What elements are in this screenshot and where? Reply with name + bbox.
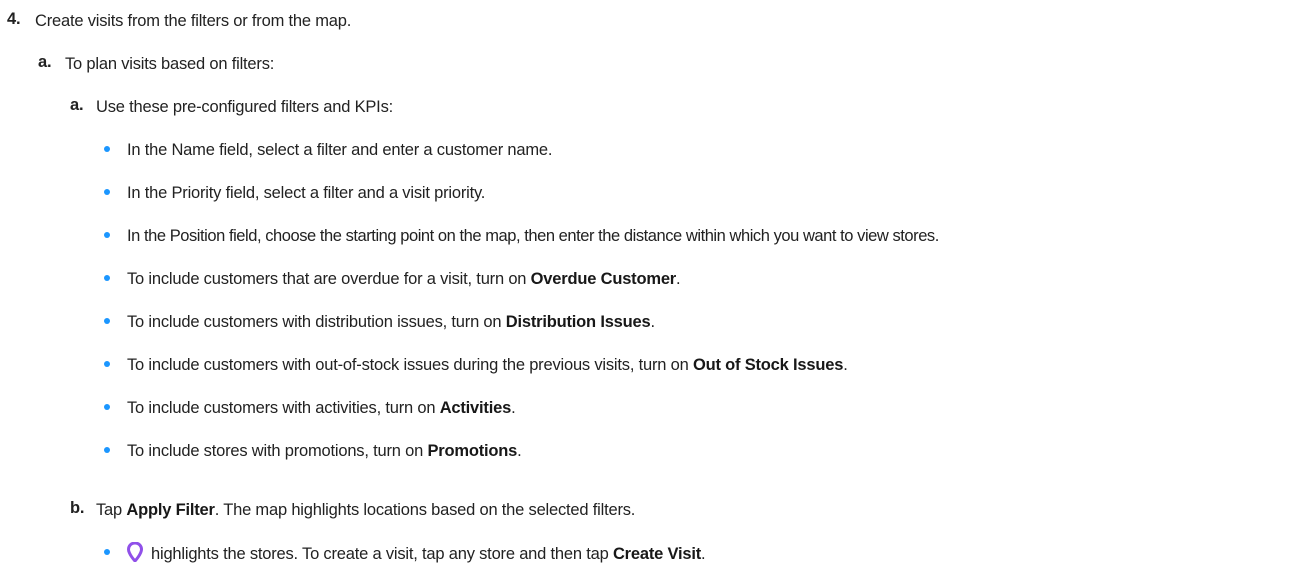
list-item-suffix: . <box>701 545 706 563</box>
list-item-suffix: . <box>676 270 681 288</box>
list-item-bold: Promotions <box>427 442 518 460</box>
bullet-dot <box>104 404 110 410</box>
list-item: To include stores with promotions, turn … <box>127 440 522 462</box>
list-item-text: To include stores with promotions, turn … <box>127 442 428 460</box>
list-item-text: highlights the stores. To create a visit… <box>151 545 613 563</box>
subsubstep-text-prefix: Tap <box>96 501 127 519</box>
list-item-text: To include customers with activities, tu… <box>127 399 440 417</box>
bullet-dot <box>104 232 110 238</box>
list-item-suffix: . <box>517 442 522 460</box>
subsubstep-text-bold: Apply Filter <box>126 501 215 519</box>
list-item: To include customers with activities, tu… <box>127 397 516 419</box>
step-marker: 4. <box>7 10 21 28</box>
list-item-bold: Out of Stock Issues <box>692 356 844 374</box>
bullet-dot <box>104 549 110 555</box>
subsubstep-text: Tap Apply Filter. The map highlights loc… <box>96 499 635 521</box>
list-item-text: To include customers with distribution i… <box>127 313 506 331</box>
bullet-dot <box>104 146 110 152</box>
list-item-suffix: . <box>843 356 848 374</box>
list-item: In the Name field, select a filter and e… <box>127 141 553 159</box>
list-item-bold: Distribution Issues <box>505 313 651 331</box>
list-item-bold: Overdue Customer <box>530 270 677 288</box>
list-item-bold: Create Visit <box>612 545 702 563</box>
list-item-suffix: . <box>650 313 656 331</box>
list-item: In the Priority field, select a filter a… <box>127 184 486 202</box>
bullet-dot <box>104 361 110 367</box>
subsubstep-marker: b. <box>70 499 85 517</box>
list-item: In the Position field, choose the starti… <box>127 227 939 245</box>
list-item-bold: Activities <box>439 399 512 417</box>
bullet-dot <box>104 189 110 195</box>
bullet-dot <box>104 275 110 281</box>
list-item-suffix: . <box>511 399 516 417</box>
list-item: To include customers that are overdue fo… <box>127 268 681 290</box>
substep-marker: a. <box>38 53 52 71</box>
step-text: Create visits from the filters or from t… <box>35 12 352 30</box>
subsubstep-text-suffix: . The map highlights locations based on … <box>214 501 636 519</box>
subsubstep-marker: a. <box>70 96 84 114</box>
location-pin-icon <box>126 541 144 568</box>
list-item-text: To include customers that are overdue fo… <box>127 270 531 288</box>
list-item-text: To include customers with out-of-stock i… <box>127 356 693 374</box>
list-item: To include customers with distribution i… <box>127 311 655 333</box>
list-item: highlights the stores. To create a visit… <box>126 541 706 568</box>
bullet-dot <box>104 318 110 324</box>
list-item: To include customers with out-of-stock i… <box>127 354 848 376</box>
bullet-dot <box>104 447 110 453</box>
subsubstep-text: Use these pre-configured filters and KPI… <box>96 98 394 116</box>
substep-text: To plan visits based on filters: <box>65 55 275 73</box>
